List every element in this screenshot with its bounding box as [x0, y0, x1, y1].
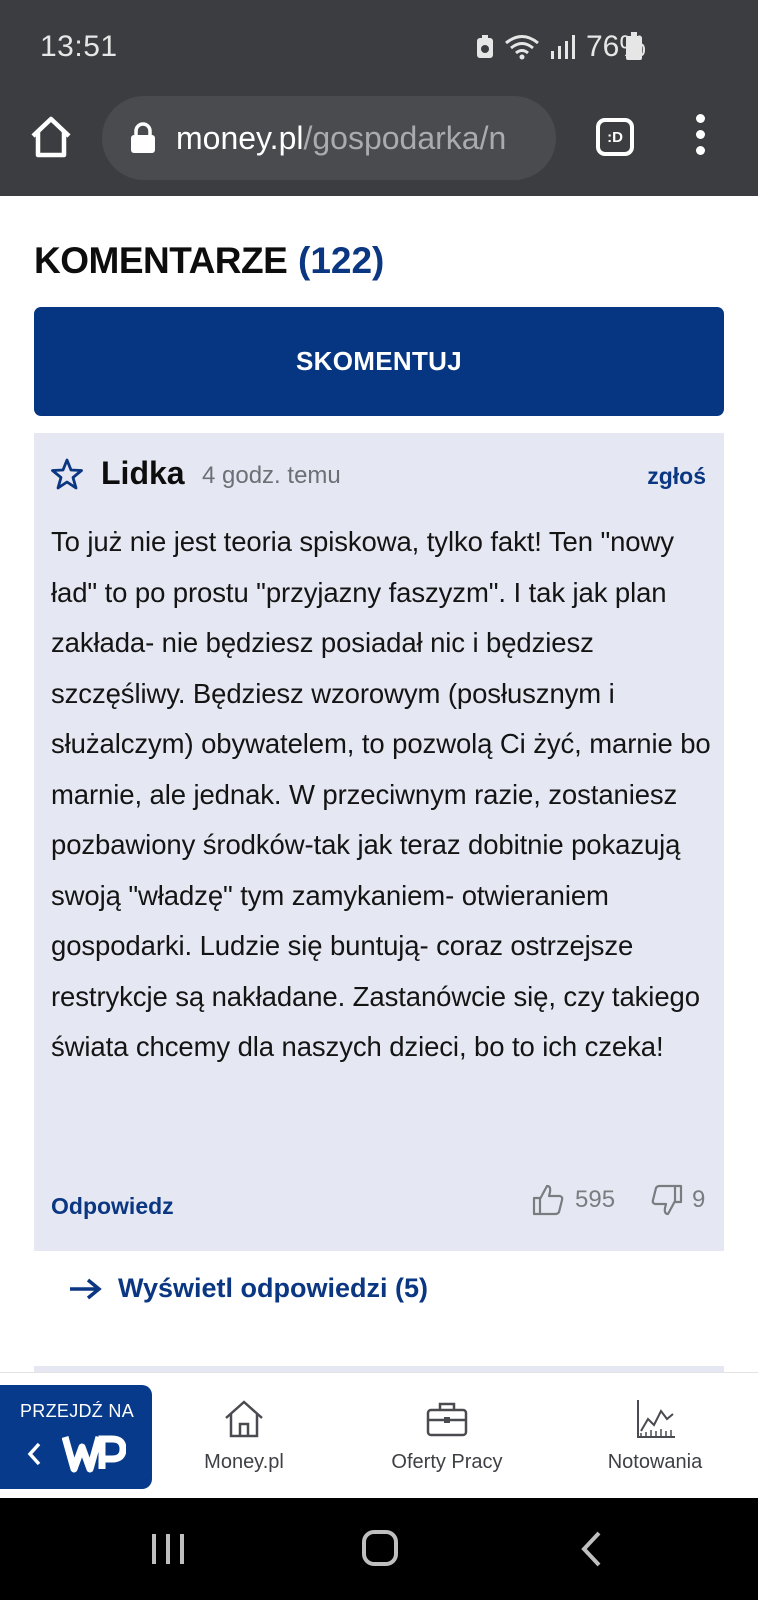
comment-time: 4 godz. temu: [202, 462, 341, 489]
android-home-icon[interactable]: [362, 1530, 398, 1566]
comment-text: To już nie jest teoria spiskowa, tylko f…: [51, 526, 711, 1062]
status-bar: 13:51 76%: [0, 0, 758, 92]
comments-count: (122): [298, 240, 385, 281]
recent-apps-icon[interactable]: [150, 1532, 186, 1566]
reply-link[interactable]: Odpowiedz: [51, 1193, 174, 1220]
lock-icon: [131, 122, 155, 153]
chart-icon: [637, 1400, 675, 1438]
nav-money-label: Money.pl: [204, 1451, 284, 1473]
back-icon[interactable]: [580, 1530, 602, 1568]
briefcase-icon: [426, 1402, 468, 1437]
more-menu-icon[interactable]: [690, 114, 710, 160]
chevron-left-icon: [27, 1442, 41, 1466]
nav-jobs[interactable]: Oferty Pracy: [382, 1397, 512, 1474]
url-domain: money.pl: [176, 119, 304, 156]
nav-stock[interactable]: Notowania: [600, 1397, 710, 1474]
recycle-icon: [476, 35, 494, 59]
comments-title: KOMENTARZE: [34, 240, 288, 281]
status-time: 13:51: [40, 30, 118, 63]
wp-logo: [62, 1435, 126, 1473]
bottom-navigation: PRZEJDŹ NA Money.pl Oferty Pracy Notowan…: [0, 1372, 758, 1498]
tabs-button[interactable]: :D: [596, 118, 634, 156]
add-comment-button[interactable]: SKOMENTUJ: [34, 307, 724, 416]
like-count: 595: [575, 1186, 616, 1213]
comment-card: Lidka 4 godz. temu zgłoś To już nie jest…: [34, 433, 724, 1251]
android-navigation-bar: [0, 1498, 758, 1600]
nav-jobs-label: Oferty Pracy: [391, 1451, 503, 1473]
battery-icon: [626, 32, 642, 60]
page-content: KOMENTARZE (122) SKOMENTUJ Lidka 4 godz.…: [0, 196, 758, 1372]
home-icon: [225, 1400, 263, 1438]
dislike-button[interactable]: 9: [650, 1183, 705, 1217]
url-bar[interactable]: money.pl/gospodarka/n: [102, 96, 556, 180]
browser-toolbar: money.pl/gospodarka/n :D: [0, 92, 758, 196]
report-link[interactable]: zgłoś: [647, 463, 706, 490]
url-path: /gospodarka/n: [303, 119, 507, 156]
wp-portal-link[interactable]: PRZEJDŹ NA: [0, 1385, 152, 1489]
arrow-right-icon: [70, 1278, 102, 1299]
star-icon[interactable]: [50, 457, 84, 491]
comment-author: Lidka: [101, 455, 185, 491]
home-icon[interactable]: [28, 114, 74, 160]
status-icons: 76%: [476, 30, 646, 64]
thumbs-down-icon: [651, 1184, 683, 1216]
show-replies-link[interactable]: Wyświetl odpowiedzi (5): [68, 1273, 428, 1304]
nav-money[interactable]: Money.pl: [198, 1397, 290, 1474]
show-replies-label: Wyświetl odpowiedzi (5): [118, 1273, 429, 1303]
wp-link-label: PRZEJDŹ NA: [20, 1401, 135, 1421]
dislike-count: 9: [692, 1186, 706, 1213]
url-text: money.pl/gospodarka/n: [176, 120, 506, 157]
wifi-icon: [504, 34, 540, 60]
signal-icon: [550, 35, 576, 59]
thumbs-up-icon: [532, 1184, 564, 1216]
like-button[interactable]: 595: [531, 1183, 615, 1217]
nav-stock-label: Notowania: [607, 1451, 703, 1473]
